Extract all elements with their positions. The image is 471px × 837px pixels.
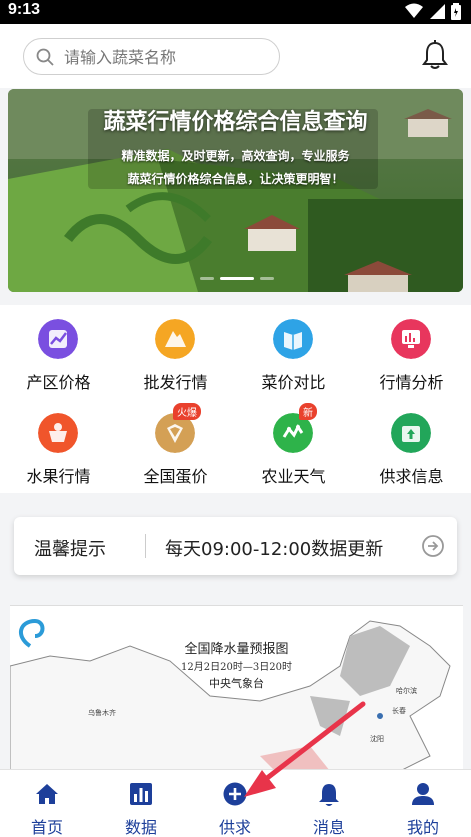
update-notice[interactable]: 温馨提示 每天09:00-12:00数据更新 <box>14 517 457 575</box>
user-icon <box>412 783 434 805</box>
feature-market-analysis[interactable]: 行情分析 <box>353 305 470 399</box>
map-city-label: 沈阳 <box>370 735 384 743</box>
hot-badge: 火爆 <box>173 403 201 420</box>
trend-chart-icon <box>38 319 78 359</box>
status-time: 9:13 <box>8 1 41 18</box>
battery-icon <box>451 3 461 20</box>
fruit-basket-icon <box>38 413 78 453</box>
monitor-chart-icon <box>391 319 431 359</box>
tab-label: 消息 <box>312 818 345 837</box>
divider <box>145 534 146 558</box>
precipitation-map[interactable]: 全国降水量预报图 12月2日20时—3日20时 中央气象台 乌鲁木齐 哈尔滨 长… <box>10 605 463 775</box>
carousel-dot[interactable] <box>200 277 214 280</box>
feature-grid: 产区价格 批发行情 菜价对比 行情分析 水果行情 火爆 全国蛋价 新 农业天气 … <box>0 305 471 493</box>
tab-label: 我的 <box>406 818 439 837</box>
feature-label: 农业天气 <box>261 467 326 486</box>
map-subtitle: 12月2日20时—3日20时 <box>181 662 292 673</box>
home-icon <box>36 784 58 804</box>
signal-icon <box>430 4 445 19</box>
book-icon <box>273 319 313 359</box>
new-badge: 新 <box>299 403 317 420</box>
plus-circle-icon <box>223 782 247 806</box>
feature-label: 产区价格 <box>26 373 91 392</box>
mountain-icon <box>155 319 195 359</box>
feature-fruit-market[interactable]: 水果行情 <box>0 399 117 493</box>
tab-home[interactable]: 首页 <box>0 770 94 837</box>
banner-carousel[interactable]: 蔬菜行情价格综合信息查询 精准数据，及时更新，高效查询，专业服务 蔬菜行情价格综… <box>8 89 463 292</box>
notice-text: 每天09:00-12:00数据更新 <box>165 539 384 560</box>
banner-title: 蔬菜行情价格综合信息查询 <box>103 110 368 135</box>
banner-line-2: 蔬菜行情价格综合信息，让决策更明智！ <box>127 172 344 186</box>
map-title: 全国降水量预报图 <box>184 642 289 657</box>
banner-line-1: 精准数据，及时更新，高效查询，专业服务 <box>121 149 350 163</box>
notification-bell-icon[interactable] <box>422 40 448 70</box>
feature-label: 供求信息 <box>379 467 444 486</box>
map-city-label: 乌鲁木齐 <box>88 709 116 717</box>
feature-wholesale-market[interactable]: 批发行情 <box>117 305 234 399</box>
tab-profile[interactable]: 我的 <box>376 770 470 837</box>
map-city-label: 哈尔滨 <box>396 687 417 695</box>
feature-agri-weather[interactable]: 新 农业天气 <box>235 399 352 493</box>
feature-supply-demand[interactable]: 供求信息 <box>353 399 470 493</box>
feature-label: 菜价对比 <box>261 373 326 392</box>
feature-label: 水果行情 <box>26 467 91 486</box>
tab-messages[interactable]: 消息 <box>282 770 376 837</box>
search-input[interactable] <box>64 45 264 69</box>
tab-label: 供求 <box>218 818 251 837</box>
bottom-tab-bar: 首页 数据 供求 消息 我的 <box>0 769 471 837</box>
bar-chart-icon <box>130 783 152 805</box>
search-box[interactable] <box>23 38 280 75</box>
tab-data[interactable]: 数据 <box>94 770 188 837</box>
tab-label: 数据 <box>124 818 157 837</box>
arrow-right-circle-icon[interactable] <box>422 535 444 557</box>
supply-box-icon <box>391 413 431 453</box>
feature-label: 批发行情 <box>143 373 208 392</box>
wifi-icon <box>405 3 423 18</box>
tab-label: 首页 <box>30 818 63 837</box>
header <box>0 24 471 88</box>
tab-supply[interactable]: 供求 <box>188 770 282 837</box>
carousel-indicator <box>200 277 274 280</box>
search-icon <box>36 48 54 66</box>
feature-label: 行情分析 <box>379 373 444 392</box>
map-city-label: 长春 <box>392 707 406 715</box>
bell-icon <box>319 784 339 806</box>
carousel-dot[interactable] <box>260 277 274 280</box>
feature-egg-price[interactable]: 火爆 全国蛋价 <box>117 399 234 493</box>
feature-origin-price[interactable]: 产区价格 <box>0 305 117 399</box>
carousel-dot-active[interactable] <box>220 277 254 280</box>
feature-label: 全国蛋价 <box>143 467 208 486</box>
feature-price-compare[interactable]: 菜价对比 <box>235 305 352 399</box>
status-bar: 9:13 <box>0 0 471 24</box>
notice-label: 温馨提示 <box>34 539 106 560</box>
